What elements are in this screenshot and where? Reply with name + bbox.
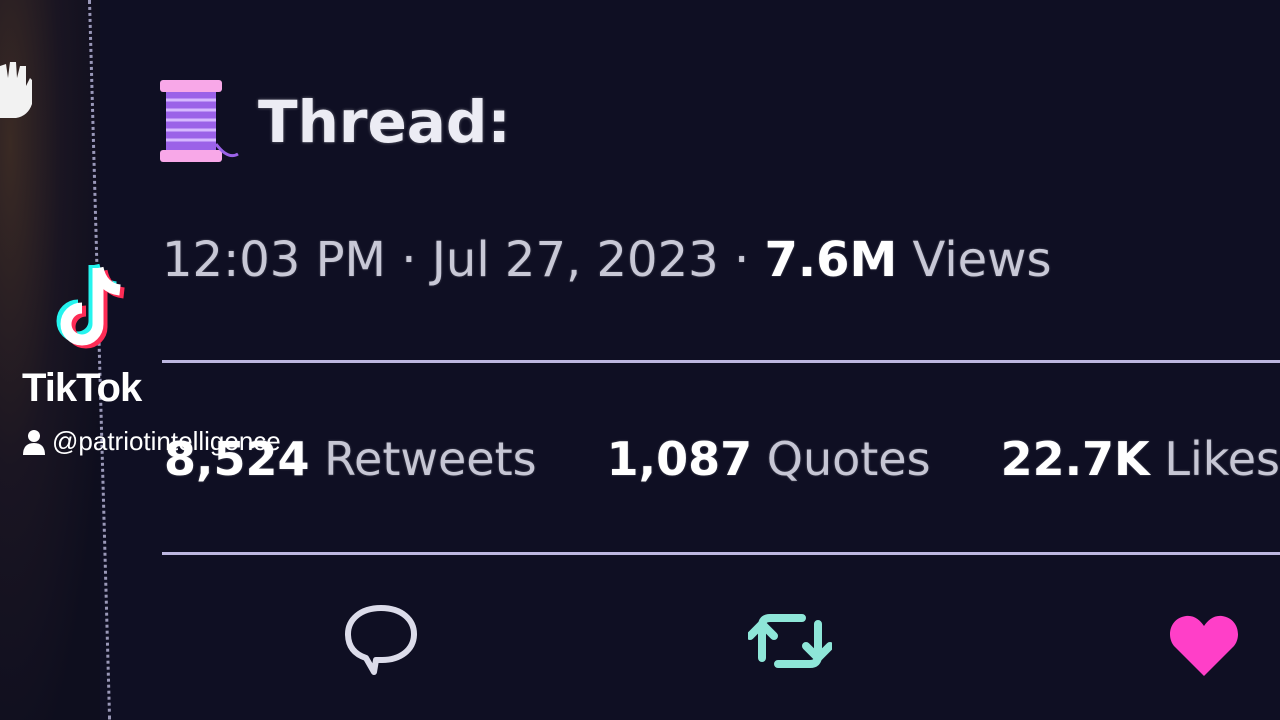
thread-header: Thread: [158, 78, 511, 166]
reply-icon[interactable] [344, 602, 418, 676]
quotes-count: 1,087 [606, 432, 753, 486]
tiktok-username: @patriotintelligence [52, 426, 281, 456]
tweet-date[interactable]: Jul 27, 2023 [432, 232, 719, 288]
quotes-label: Quotes [766, 432, 931, 486]
quotes-stat[interactable]: 1,087 Quotes [607, 432, 931, 486]
likes-stat[interactable]: 22.7K Likes [1001, 432, 1280, 486]
hand-icon [0, 62, 32, 118]
thread-spool-icon [160, 80, 239, 162]
user-icon [23, 429, 45, 455]
divider-bottom [162, 552, 1280, 555]
tiktok-logo-icon [56, 263, 125, 349]
meta-separator: · [733, 232, 750, 288]
tweet-meta: 12:03 PM · Jul 27, 2023 · 7.6M Views [162, 232, 1051, 288]
meta-separator: · [401, 232, 417, 288]
views-label: Views [912, 232, 1052, 288]
thread-label: Thread: [258, 88, 511, 156]
engagement-stats: 8,524 Retweets 1,087 Quotes 22.7K Likes [164, 432, 1280, 486]
tweet-time[interactable]: 12:03 PM [162, 232, 386, 288]
divider-top [162, 360, 1280, 363]
retweets-label: Retweets [324, 432, 537, 486]
likes-count: 22.7K [1000, 432, 1150, 486]
tiktok-username-row: @patriotintelligence [22, 426, 281, 457]
likes-label: Likes [1164, 432, 1280, 486]
views-count: 7.6M [764, 232, 898, 288]
retweet-icon[interactable] [748, 608, 832, 674]
tiktok-brand: TikTok [22, 366, 142, 410]
like-icon[interactable] [1168, 612, 1240, 678]
